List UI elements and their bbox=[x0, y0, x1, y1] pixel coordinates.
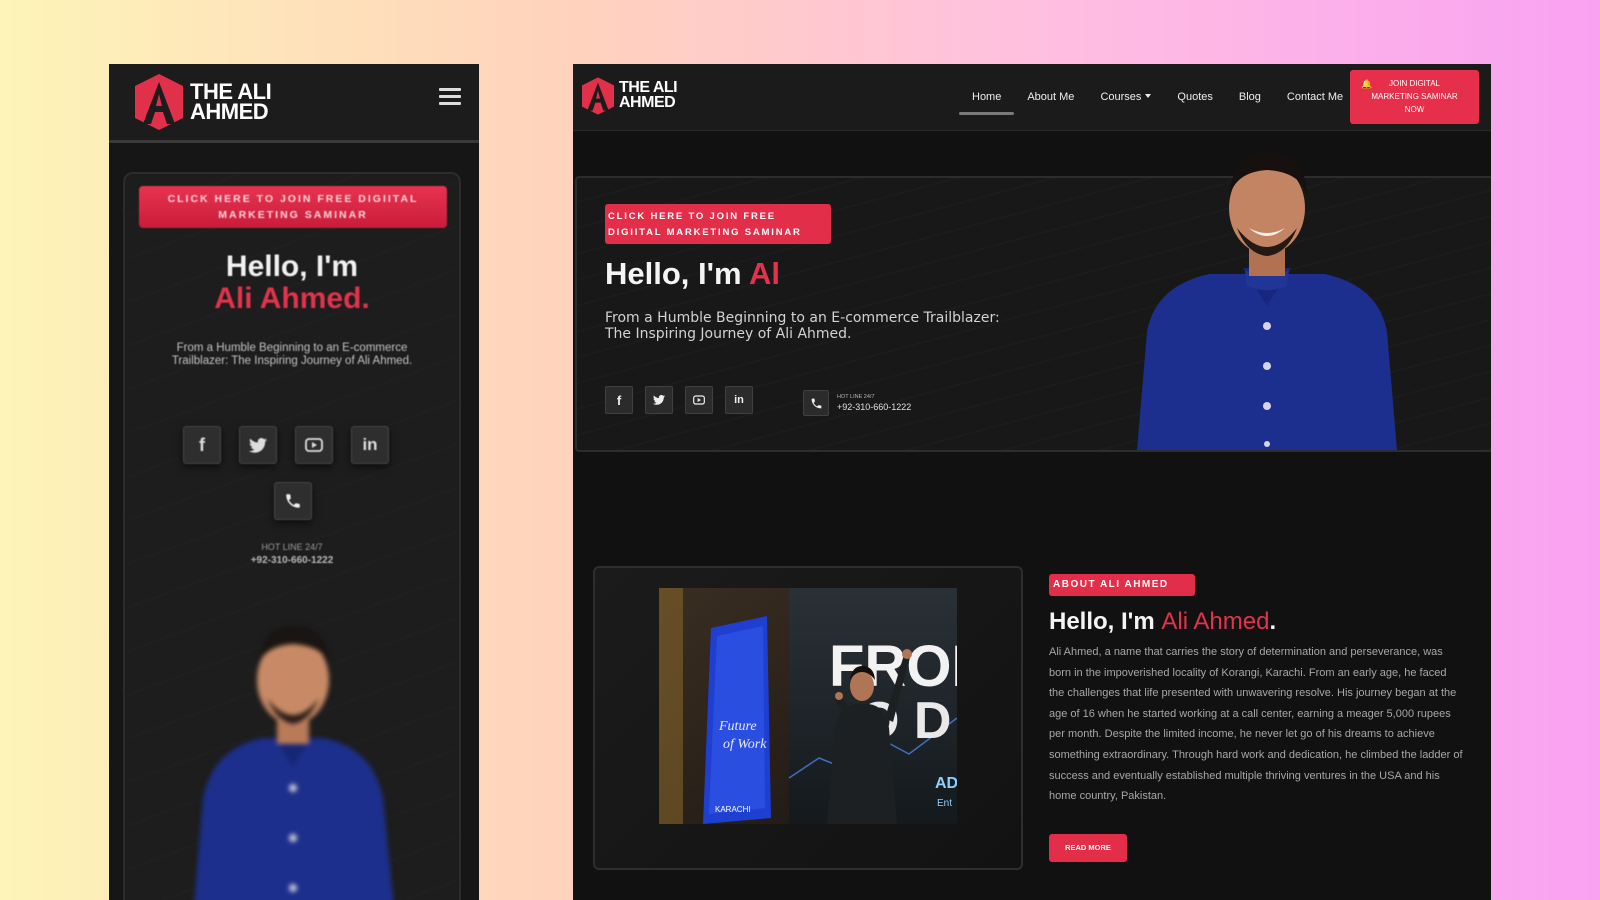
logo[interactable]: THE ALI AHMED bbox=[131, 72, 272, 132]
logo-a-icon bbox=[135, 74, 183, 130]
linkedin-icon[interactable]: in bbox=[351, 426, 389, 464]
hamburger-menu-icon[interactable] bbox=[439, 88, 461, 106]
phone-icon bbox=[274, 482, 312, 520]
youtube-icon[interactable] bbox=[685, 386, 713, 414]
about-title: Hello, I'm Ali Ahmed. bbox=[1049, 608, 1277, 635]
hero-typed-name: Al bbox=[749, 256, 781, 291]
hero-greeting: Hello, I'm Al bbox=[605, 256, 781, 291]
bell-icon: 🔔 bbox=[1361, 79, 1373, 89]
linkedin-icon[interactable]: in bbox=[725, 386, 753, 414]
twitter-icon[interactable] bbox=[239, 426, 277, 464]
join-seminar-nav-button[interactable]: 🔔 JOIN DIGITAL MARKETING SAMINAR NOW bbox=[1350, 70, 1479, 124]
hero-name: Ali Ahmed. bbox=[214, 282, 370, 315]
social-links: f in bbox=[605, 386, 753, 414]
hero-subtitle: From a Humble Beginning to an E-commerce… bbox=[171, 342, 413, 367]
mobile-preview: THE ALI AHMED CLICK HERE TO JOIN FREE DI… bbox=[109, 64, 479, 900]
chevron-down-icon bbox=[1145, 94, 1152, 98]
event-stage-photo: Future of Work KARACHI FROI O D AD Ent bbox=[659, 588, 957, 824]
svg-text:KARACHI: KARACHI bbox=[715, 805, 751, 814]
logo-text: THE ALI AHMED bbox=[190, 78, 272, 124]
desktop-preview: THE ALI AHMED Home About Me Courses Quot… bbox=[573, 64, 1491, 900]
hero-subtitle: From a Humble Beginning to an E-commerce… bbox=[605, 310, 1000, 342]
mobile-hero-card: CLICK HERE TO JOIN FREE DIGIITAL MARKETI… bbox=[123, 172, 461, 900]
youtube-icon[interactable] bbox=[295, 426, 333, 464]
hotline-label: HOT LINE 24/7 bbox=[837, 394, 875, 400]
nav-blog[interactable]: Blog bbox=[1226, 82, 1274, 112]
logo[interactable]: THE ALI AHMED bbox=[579, 76, 678, 116]
mobile-header: THE ALI AHMED bbox=[109, 64, 479, 143]
nav-about-me[interactable]: About Me bbox=[1014, 82, 1087, 112]
hotline-number[interactable]: +92-310-660-1222 bbox=[125, 555, 459, 566]
about-section-badge: ABOUT ALI AHMED bbox=[1049, 574, 1195, 596]
twitter-icon[interactable] bbox=[645, 386, 673, 414]
main-menu: Home About Me Courses Quotes Blog Contac… bbox=[959, 64, 1356, 130]
ali-ahmed-portrait bbox=[194, 625, 394, 900]
nav-quotes[interactable]: Quotes bbox=[1164, 82, 1225, 112]
svg-text:AD: AD bbox=[935, 775, 957, 792]
nav-courses[interactable]: Courses bbox=[1087, 82, 1164, 112]
phone-icon[interactable] bbox=[803, 390, 829, 416]
join-seminar-button[interactable]: CLICK HERE TO JOIN FREE DIGIITAL MARKETI… bbox=[605, 204, 831, 244]
about-image-card: Future of Work KARACHI FROI O D AD Ent bbox=[593, 566, 1023, 870]
ali-ahmed-portrait bbox=[1137, 151, 1397, 450]
read-more-button[interactable]: READ MORE bbox=[1049, 834, 1127, 862]
phone-button[interactable] bbox=[274, 482, 312, 520]
svg-text:of Work: of Work bbox=[723, 737, 767, 752]
join-seminar-label: JOIN DIGITAL MARKETING SAMINAR NOW bbox=[1371, 79, 1458, 114]
svg-text:Ent: Ent bbox=[937, 798, 952, 809]
nav-home[interactable]: Home bbox=[959, 82, 1015, 115]
hero-greeting: Hello, I'm bbox=[225, 250, 359, 283]
top-navigation: THE ALI AHMED Home About Me Courses Quot… bbox=[573, 64, 1491, 131]
facebook-icon[interactable]: f bbox=[605, 386, 633, 414]
hero-section: CLICK HERE TO JOIN FREE DIGIITAL MARKETI… bbox=[575, 151, 1491, 452]
svg-text:FROI: FROI bbox=[829, 634, 957, 699]
facebook-icon[interactable]: f bbox=[183, 426, 221, 464]
hotline-label: HOT LINE 24/7 bbox=[261, 542, 323, 552]
hotline-number[interactable]: +92-310-660-1222 bbox=[837, 402, 911, 412]
svg-text:Future: Future bbox=[718, 719, 757, 734]
about-body-text: Ali Ahmed, a name that carries the story… bbox=[1049, 646, 1463, 803]
nav-contact-me[interactable]: Contact Me bbox=[1274, 82, 1356, 112]
social-links: f in bbox=[183, 426, 389, 464]
logo-a-icon bbox=[582, 77, 614, 115]
join-seminar-button[interactable]: CLICK HERE TO JOIN FREE DIGIITAL MARKETI… bbox=[139, 186, 447, 228]
logo-text: THE ALI AHMED bbox=[619, 79, 678, 111]
